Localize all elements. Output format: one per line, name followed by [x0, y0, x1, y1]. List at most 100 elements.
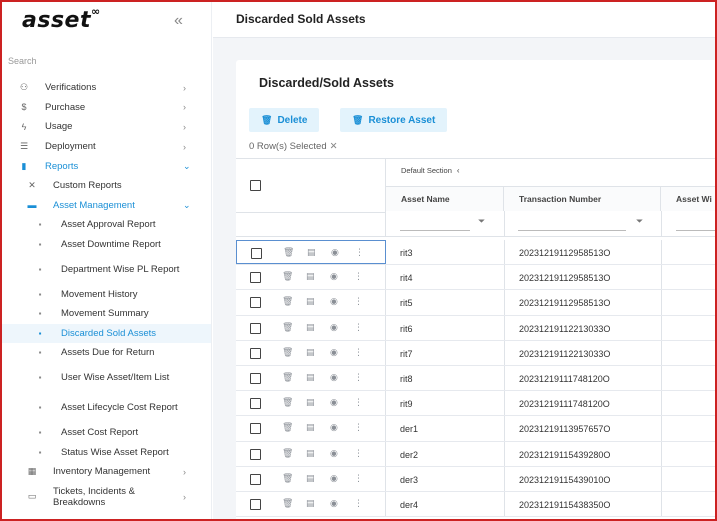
sidebar-item-department-wise-pl-report[interactable]: ▪ Department Wise PL Report: [2, 254, 211, 284]
table-row[interactable]: 🗑 ▤ ◉ ⋮ der1 20231219113957657O: [236, 416, 715, 442]
restore-asset-button[interactable]: 🗑 Restore Asset: [340, 108, 448, 132]
more-options-icon[interactable]: ⋮: [354, 347, 363, 358]
table-row[interactable]: 🗑 ▤ ◉ ⋮ rit5 20231219112958513O: [236, 290, 715, 316]
document-icon[interactable]: ▤: [307, 247, 316, 258]
view-icon[interactable]: ◉: [330, 448, 338, 459]
view-icon[interactable]: ◉: [330, 473, 338, 484]
table-row[interactable]: 🗑 ▤ ◉ ⋮ der2 20231219115439280O: [236, 441, 715, 467]
sidebar-item-asset-lifecycle-cost-report[interactable]: ▪ Asset Lifecycle Cost Report: [2, 393, 211, 423]
document-icon[interactable]: ▤: [306, 473, 315, 484]
delete-row-icon[interactable]: 🗑: [282, 296, 293, 307]
delete-row-icon[interactable]: 🗑: [282, 322, 293, 333]
sidebar-item-movement-summary[interactable]: ▪ Movement Summary: [2, 304, 211, 324]
row-checkbox[interactable]: [250, 297, 261, 309]
delete-row-icon[interactable]: 🗑: [282, 498, 293, 509]
table-row[interactable]: 🗑 ▤ ◉ ⋮ rit4 20231219112958513O: [236, 265, 715, 291]
sidebar-item-assets-due-for-return[interactable]: ▪ Assets Due for Return: [2, 343, 211, 363]
view-icon[interactable]: ◉: [330, 498, 338, 509]
delete-row-icon[interactable]: 🗑: [283, 247, 294, 258]
delete-row-icon[interactable]: 🗑: [282, 347, 293, 358]
table-row[interactable]: 🗑 ▤ ◉ ⋮ der3 20231219115439010O: [236, 466, 715, 492]
more-options-icon[interactable]: ⋮: [354, 271, 363, 282]
row-checkbox[interactable]: [250, 398, 261, 410]
asset-wi-filter-input[interactable]: [676, 216, 715, 231]
sidebar-item-user-wise-asset-list[interactable]: ▪ User Wise Asset/Item List: [2, 363, 211, 393]
document-icon[interactable]: ▤: [306, 397, 315, 408]
column-header-transaction-number[interactable]: Transaction Number: [504, 186, 661, 211]
view-icon[interactable]: ◉: [330, 422, 338, 433]
transaction-number-filter-input[interactable]: [518, 216, 626, 231]
sidebar-search-input[interactable]: Search: [8, 56, 37, 66]
more-options-icon[interactable]: ⋮: [355, 247, 364, 258]
row-checkbox[interactable]: [250, 473, 261, 485]
sidebar-item-custom-reports[interactable]: ✕ Custom Reports: [2, 176, 211, 196]
sidebar-item-deployment[interactable]: ☰ Deployment ›: [2, 137, 211, 157]
sidebar-item-usage[interactable]: ϟ Usage ›: [2, 117, 211, 137]
row-checkbox[interactable]: [250, 322, 261, 334]
table-row[interactable]: 🗑 ▤ ◉ ⋮ rit9 20231219111748120O: [236, 391, 715, 417]
table-row[interactable]: 🗑 ▤ ◉ ⋮ rit3 20231219112958513O: [236, 240, 715, 266]
document-icon[interactable]: ▤: [306, 347, 315, 358]
section-prev-icon[interactable]: ‹: [457, 166, 460, 175]
document-icon[interactable]: ▤: [306, 372, 315, 383]
sidebar-item-inventory-management[interactable]: ▦ Inventory Management ›: [2, 462, 211, 482]
sidebar-item-asset-cost-report[interactable]: ▪ Asset Cost Report: [2, 423, 211, 443]
more-options-icon[interactable]: ⋮: [354, 498, 363, 509]
view-icon[interactable]: ◉: [330, 296, 338, 307]
more-options-icon[interactable]: ⋮: [354, 473, 363, 484]
more-options-icon[interactable]: ⋮: [354, 296, 363, 307]
delete-row-icon[interactable]: 🗑: [282, 271, 293, 282]
document-icon[interactable]: ▤: [306, 296, 315, 307]
column-header-asset-wi[interactable]: Asset Wi: [661, 186, 715, 211]
delete-row-icon[interactable]: 🗑: [282, 448, 293, 459]
document-icon[interactable]: ▤: [306, 322, 315, 333]
table-row[interactable]: 🗑 ▤ ◉ ⋮ rit8 20231219111748120O: [236, 366, 715, 392]
collapse-sidebar-icon[interactable]: «: [174, 12, 183, 30]
document-icon[interactable]: ▤: [306, 271, 315, 282]
view-icon[interactable]: ◉: [330, 397, 338, 408]
more-options-icon[interactable]: ⋮: [354, 372, 363, 383]
view-icon[interactable]: ◉: [330, 347, 338, 358]
sidebar-item-reports[interactable]: ▮ Reports ⌄: [2, 156, 211, 176]
filter-icon[interactable]: ⏷: [636, 216, 643, 227]
document-icon[interactable]: ▤: [306, 422, 315, 433]
row-checkbox[interactable]: [250, 448, 261, 460]
document-icon[interactable]: ▤: [306, 448, 315, 459]
sidebar-item-verifications[interactable]: ⚇ Verifications ›: [2, 78, 211, 98]
row-checkbox[interactable]: [250, 499, 261, 510]
row-checkbox[interactable]: [250, 347, 261, 359]
select-all-checkbox[interactable]: [250, 180, 261, 191]
more-options-icon[interactable]: ⋮: [354, 322, 363, 333]
filter-icon[interactable]: ⏷: [478, 216, 485, 227]
asset-name-filter-input[interactable]: [400, 216, 470, 231]
table-row[interactable]: 🗑 ▤ ◉ ⋮ rit6 20231219112213033O: [236, 315, 715, 341]
view-icon[interactable]: ◉: [330, 322, 338, 333]
row-checkbox[interactable]: [250, 272, 261, 284]
row-checkbox[interactable]: [251, 248, 262, 259]
delete-row-icon[interactable]: 🗑: [282, 473, 293, 484]
more-options-icon[interactable]: ⋮: [354, 448, 363, 459]
sidebar-item-asset-management[interactable]: ▬ Asset Management ⌄: [2, 196, 211, 216]
row-checkbox[interactable]: [250, 373, 261, 384]
clear-selection-icon[interactable]: ✕: [330, 141, 338, 152]
more-options-icon[interactable]: ⋮: [354, 422, 363, 433]
sidebar-item-discarded-sold-assets[interactable]: ▪ Discarded Sold Assets: [2, 323, 211, 344]
table-row[interactable]: 🗑 ▤ ◉ ⋮ rit7 20231219112213033O: [236, 340, 715, 366]
sidebar-item-tickets[interactable]: ▭ Tickets, Incidents & Breakdowns ›: [2, 482, 211, 512]
sidebar-item-status-wise-asset-report[interactable]: ▪ Status Wise Asset Report: [2, 442, 211, 462]
column-header-asset-name[interactable]: Asset Name: [386, 186, 504, 211]
sidebar-item-asset-downtime-report[interactable]: ▪ Asset Downtime Report: [2, 235, 211, 255]
delete-row-icon[interactable]: 🗑: [282, 372, 293, 383]
sidebar-item-movement-history[interactable]: ▪ Movement History: [2, 284, 211, 304]
sidebar-item-purchase[interactable]: $ Purchase ›: [2, 98, 211, 118]
delete-button[interactable]: 🗑 Delete: [249, 108, 320, 132]
delete-row-icon[interactable]: 🗑: [282, 397, 293, 408]
sidebar-item-asset-approval-report[interactable]: ▪ Asset Approval Report: [2, 215, 211, 235]
view-icon[interactable]: ◉: [330, 271, 338, 282]
document-icon[interactable]: ▤: [306, 498, 315, 509]
view-icon[interactable]: ◉: [330, 372, 338, 383]
row-checkbox[interactable]: [250, 423, 261, 435]
more-options-icon[interactable]: ⋮: [354, 397, 363, 408]
delete-row-icon[interactable]: 🗑: [282, 422, 293, 433]
view-icon[interactable]: ◉: [331, 247, 339, 258]
